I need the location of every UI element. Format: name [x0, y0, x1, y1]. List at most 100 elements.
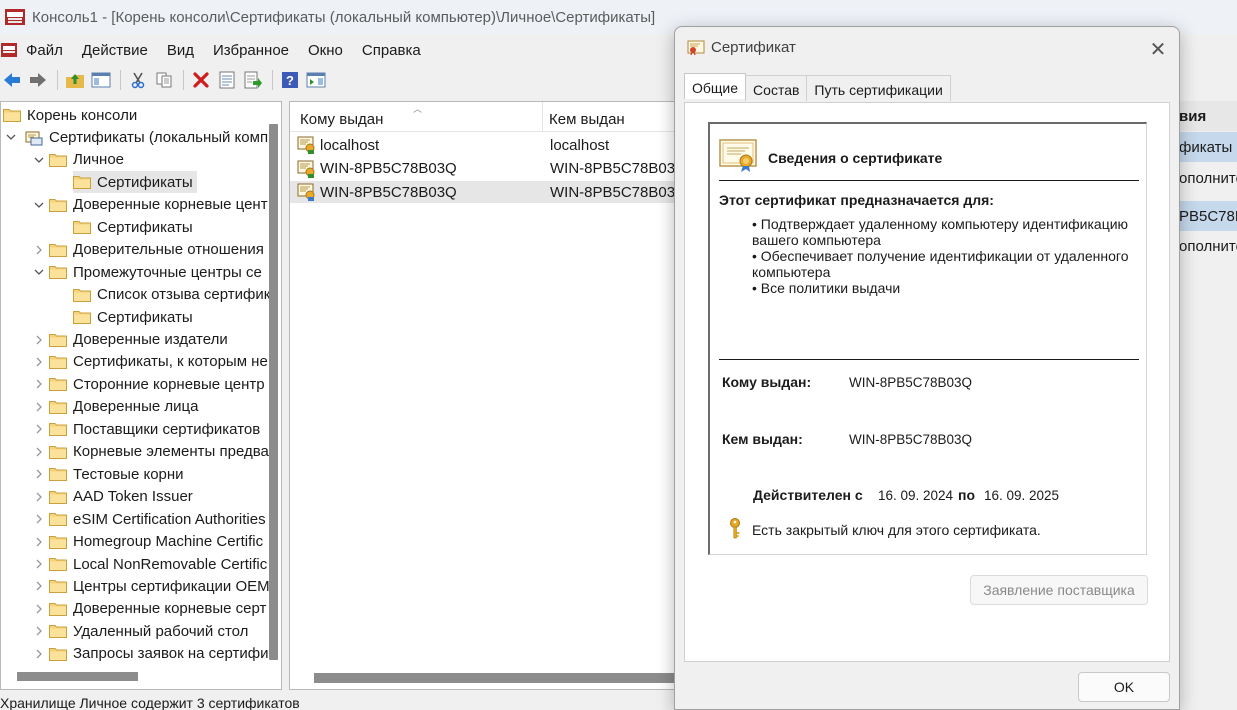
tree-node[interactable]: Local NonRemovable Certific [49, 553, 267, 575]
tree-node[interactable]: Список отзыва сертифик [73, 284, 270, 306]
menu-window[interactable]: Окно [308, 42, 343, 59]
chevron-right-icon[interactable] [32, 467, 46, 481]
horizontal-scrollbar[interactable] [17, 672, 138, 681]
chevron-down-icon[interactable] [32, 198, 46, 212]
column-divider[interactable] [542, 102, 543, 132]
actions-item-selected-cert[interactable]: PB5C78B0 [1175, 201, 1237, 231]
tree-node[interactable]: eSIM Certification Authorities [49, 508, 266, 530]
tree-node-label: Тестовые корни [73, 465, 184, 483]
tree-node-label: Доверительные отношения [73, 241, 264, 259]
console-menu-icon[interactable] [0, 41, 18, 59]
menu-action[interactable]: Действие [82, 42, 148, 59]
tree-node[interactable]: Доверенные лица [49, 396, 198, 418]
menu-view[interactable]: Вид [167, 42, 194, 59]
issued-to-label: Кому выдан: [722, 374, 812, 390]
tree-node[interactable]: Сертификаты [73, 216, 193, 238]
ok-button[interactable]: OK [1078, 672, 1170, 702]
chevron-right-icon[interactable] [32, 355, 46, 369]
tree-node[interactable]: Удаленный рабочий стол [49, 620, 248, 642]
toolbar-separator [57, 70, 58, 90]
chevron-right-icon[interactable] [32, 422, 46, 436]
tree-node[interactable]: Доверенные корневые серт [49, 598, 266, 620]
tree-node[interactable]: Корень консоли [3, 104, 137, 126]
column-header-issued-to[interactable]: Кому выдан [300, 111, 383, 128]
tree-node[interactable]: Запросы заявок на сертифи [49, 643, 269, 665]
actions-item-certificates[interactable]: фикаты [1175, 132, 1237, 162]
tree-node[interactable]: Сертификаты [73, 171, 197, 194]
tree-node[interactable]: Сертификаты (локальный комп [25, 126, 268, 148]
chevron-right-icon[interactable] [32, 400, 46, 414]
issued-to-value: WIN-8PB5C78B03Q [849, 375, 973, 390]
tab-details[interactable]: Состав [745, 75, 808, 101]
chevron-right-icon[interactable] [32, 445, 46, 459]
chevron-down-icon[interactable] [32, 153, 46, 167]
actions-item-more[interactable]: ополните [1175, 163, 1237, 193]
tab-general[interactable]: Общие [684, 73, 747, 99]
folder-icon [49, 355, 67, 369]
chevron-down-icon[interactable] [32, 265, 46, 279]
show-hide-tree-icon[interactable] [89, 69, 112, 92]
table-row[interactable]: localhost localhost [290, 134, 688, 156]
table-row[interactable]: WIN-8PB5C78B03Q WIN-8PB5C78B03Q [290, 158, 688, 180]
tree-node[interactable]: Поставщики сертификатов [49, 418, 260, 440]
issuer-statement-button[interactable]: Заявление поставщика [970, 575, 1148, 605]
folder-icon [49, 153, 67, 167]
folder-icon [49, 512, 67, 527]
close-icon[interactable]: ✕ [1146, 37, 1170, 61]
help-icon[interactable]: ? [278, 69, 301, 92]
tree-node[interactable]: Сертификаты [73, 306, 193, 328]
folder-icon [49, 490, 67, 504]
up-folder-icon[interactable] [63, 69, 86, 92]
tab-certification-path[interactable]: Путь сертификации [806, 75, 951, 101]
chevron-right-icon[interactable] [32, 377, 46, 391]
tree-node-label: Сертификаты [97, 308, 193, 326]
copy-icon[interactable] [152, 69, 175, 92]
tree-node[interactable]: Промежуточные центры се [49, 261, 262, 283]
chevron-right-icon[interactable] [32, 579, 46, 593]
chevron-right-icon[interactable] [32, 557, 46, 571]
chevron-down-icon[interactable] [4, 130, 18, 144]
menu-favorites[interactable]: Избранное [213, 42, 289, 59]
console-tree[interactable]: Корень консоли Сертификаты (локальный ком… [0, 101, 282, 690]
menu-file[interactable]: Файл [26, 42, 63, 59]
toolbar-separator [120, 70, 121, 90]
chevron-right-icon[interactable] [32, 333, 46, 347]
tree-node[interactable]: Сторонние корневые центр [49, 373, 265, 395]
issued-to-cell: WIN-8PB5C78B03Q [320, 160, 457, 177]
chevron-right-icon[interactable] [32, 512, 46, 526]
back-icon[interactable] [0, 69, 23, 92]
actions-item-more[interactable]: ополните [1175, 231, 1237, 261]
tree-node[interactable]: Тестовые корни [49, 463, 184, 485]
menu-help[interactable]: Справка [362, 42, 421, 59]
show-action-pane-icon[interactable] [304, 69, 327, 92]
horizontal-scrollbar[interactable] [314, 673, 688, 683]
tree-node[interactable]: Личное [49, 149, 124, 171]
tree-node[interactable]: Homegroup Machine Certific [49, 531, 263, 553]
chevron-right-icon[interactable] [32, 602, 46, 616]
chevron-right-icon[interactable] [32, 535, 46, 549]
tree-node[interactable]: Центры сертификации OEM [49, 575, 270, 597]
mmc-app-icon [5, 9, 25, 25]
export-icon[interactable] [241, 69, 264, 92]
properties-icon[interactable] [215, 69, 238, 92]
tree-node[interactable]: Доверенные корневые цент [49, 194, 268, 216]
tree-node[interactable]: Доверительные отношения [49, 239, 264, 261]
tree-node[interactable]: Корневые элементы предва [49, 441, 269, 463]
delete-icon[interactable] [189, 69, 212, 92]
chevron-right-icon[interactable] [32, 243, 46, 257]
tree-node[interactable]: Доверенные издатели [49, 329, 228, 351]
chevron-right-icon[interactable] [32, 647, 46, 661]
column-header-issued-by[interactable]: Кем выдан [549, 111, 625, 128]
results-pane[interactable]: ︿ Кому выдан Кем выдан localhost localhos… [289, 101, 689, 690]
chevron-right-icon[interactable] [32, 624, 46, 638]
vertical-scrollbar[interactable] [269, 124, 278, 660]
tree-node[interactable]: AAD Token Issuer [49, 486, 193, 508]
forward-icon[interactable] [26, 69, 49, 92]
cut-icon[interactable] [126, 69, 149, 92]
list-header: ︿ Кому выдан Кем выдан [290, 102, 688, 132]
dialog-title: Сертификат [711, 38, 796, 56]
table-row[interactable]: WIN-8PB5C78B03Q WIN-8PB5C78B03Q [290, 181, 688, 203]
chevron-right-icon[interactable] [32, 490, 46, 504]
tree-node[interactable]: Сертификаты, к которым не [49, 351, 268, 373]
certificate-icon [297, 160, 315, 178]
